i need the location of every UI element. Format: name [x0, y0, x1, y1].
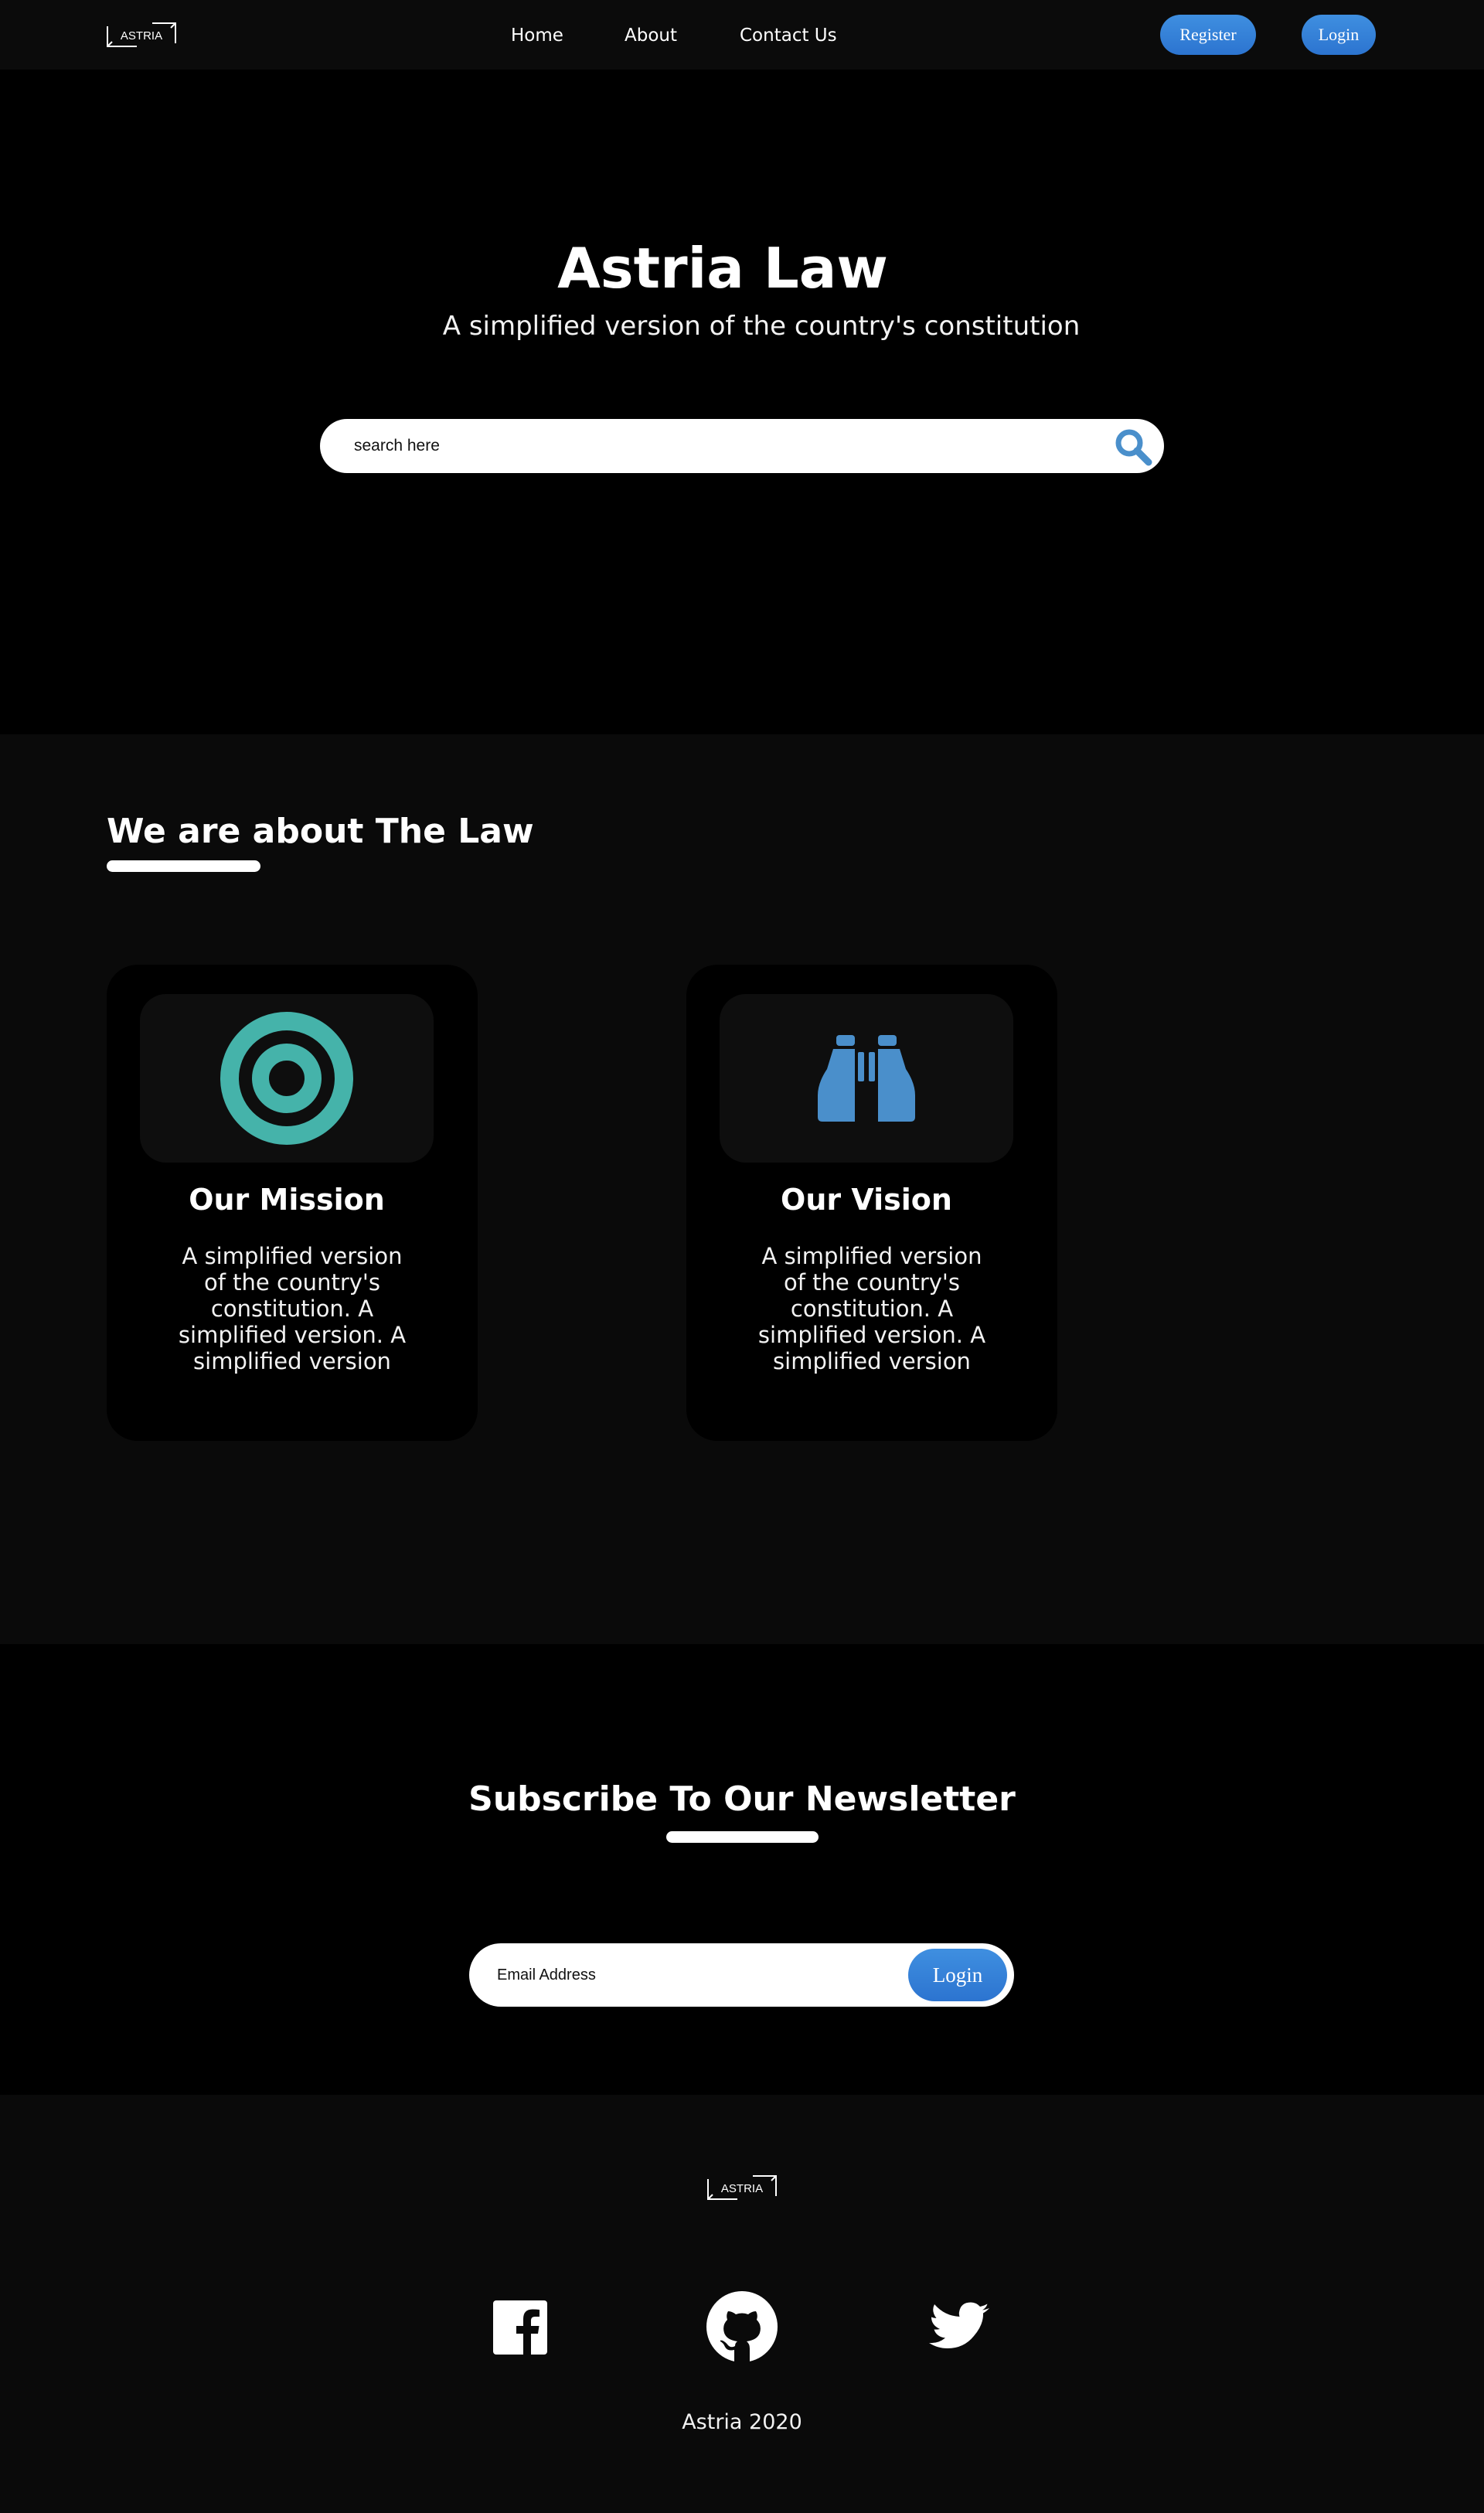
- vision-text: A simplified version of the country's co…: [757, 1243, 986, 1374]
- target-icon: [220, 1012, 353, 1145]
- email-input[interactable]: [497, 1943, 883, 2007]
- newsletter-login-button[interactable]: Login: [908, 1949, 1007, 2001]
- footer: ASTRIA Astria 2020: [0, 2095, 1484, 2513]
- mission-title: Our Mission: [189, 1183, 385, 1217]
- login-button[interactable]: Login: [1302, 15, 1376, 55]
- nav-about-link[interactable]: About: [625, 26, 677, 46]
- hero-subtitle: A simplified version of the country's co…: [442, 311, 1081, 342]
- about-section: We are about The Law Our Mission A simpl…: [0, 734, 1484, 1644]
- newsletter-title-underline: [666, 1831, 819, 1843]
- search-icon[interactable]: [1113, 427, 1153, 467]
- twitter-icon[interactable]: [929, 2302, 989, 2356]
- nav-links: Home About Contact Us: [0, 0, 1484, 70]
- binoculars-icon: [818, 1035, 915, 1122]
- github-icon[interactable]: [706, 2291, 778, 2365]
- vision-title: Our Vision: [781, 1183, 952, 1217]
- mission-icon-box: [140, 994, 434, 1163]
- footer-logo[interactable]: ASTRIA: [706, 2174, 778, 2201]
- mission-text: A simplified version of the country's co…: [178, 1243, 407, 1374]
- newsletter-title: Subscribe To Our Newsletter: [468, 1779, 1016, 1819]
- vision-icon-box: [720, 994, 1013, 1163]
- navbar: ASTRIA Home About Contact Us Register Lo…: [0, 0, 1484, 70]
- search-input[interactable]: [354, 419, 1088, 473]
- footer-logo-text: ASTRIA: [721, 2182, 763, 2195]
- hero-title: Astria Law: [557, 236, 888, 301]
- mission-card: Our Mission A simplified version of the …: [107, 965, 478, 1441]
- search-bar: [320, 419, 1164, 473]
- hero-section: Astria Law A simplified version of the c…: [0, 70, 1484, 734]
- register-button[interactable]: Register: [1160, 15, 1256, 55]
- nav-home-link[interactable]: Home: [511, 26, 563, 46]
- copyright-text: Astria 2020: [682, 2410, 802, 2434]
- newsletter-form: Login: [469, 1943, 1014, 2007]
- facebook-icon[interactable]: [493, 2300, 547, 2358]
- about-title-underline: [107, 860, 260, 872]
- vision-card: Our Vision A simplified version of the c…: [686, 965, 1057, 1441]
- newsletter-section: Subscribe To Our Newsletter Login: [0, 1644, 1484, 2095]
- nav-contact-link[interactable]: Contact Us: [740, 26, 837, 46]
- about-title: We are about The Law: [107, 812, 534, 851]
